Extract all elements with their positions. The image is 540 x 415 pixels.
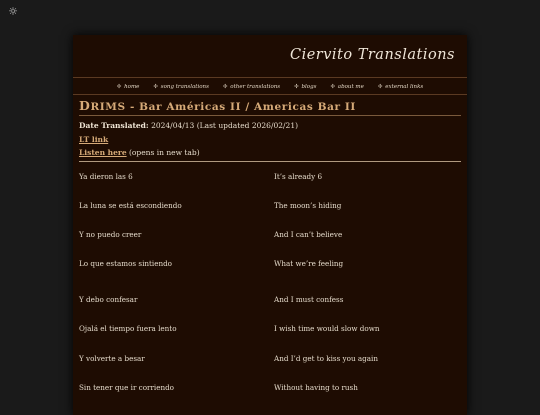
- lyric-original: Y volverte a besar: [79, 353, 145, 363]
- lyric-row: Y debo confesar And I must confess: [79, 295, 461, 324]
- main-nav: ✢ home ✢ song translations ✢ other trans…: [73, 78, 467, 95]
- lyric-original: Sin tener que ir corriendo: [79, 383, 175, 393]
- nav-item-blogs[interactable]: ✢ blogs: [294, 84, 316, 90]
- page-container: Ciervito Translations ✢ home ✢ song tran…: [73, 35, 467, 415]
- listen-line: Listen here (opens in new tab): [79, 149, 461, 157]
- listen-note: (opens in new tab): [128, 148, 200, 157]
- lt-link[interactable]: LT link: [79, 135, 108, 144]
- nav-item-label: about me: [337, 83, 364, 90]
- nav-item-about-me[interactable]: ✢ about me: [330, 84, 363, 90]
- lyric-translation: It’s already 6: [274, 171, 323, 181]
- lyric-original: Ya dieron las 6: [79, 171, 133, 181]
- star-icon: ✢: [377, 83, 383, 90]
- lyric-original: La luna se está escondiendo: [79, 200, 182, 210]
- lyric-original: Y debo confesar: [79, 295, 138, 305]
- lyrics-table: Ya dieron las 6 It’s already 6 La luna s…: [79, 172, 461, 413]
- lyric-row: La luna se está escondiendo The moon’s h…: [79, 201, 461, 230]
- lyric-translation: What we’re feeling: [274, 259, 344, 269]
- site-header: Ciervito Translations: [73, 35, 467, 78]
- song-title-initial: D: [79, 98, 91, 113]
- date-translated: Date Translated: 2024/04/13 (Last update…: [79, 122, 461, 130]
- song-title: DRIMS - Bar Américas II / Americas Bar I…: [79, 98, 461, 116]
- star-icon: ✢: [222, 83, 228, 90]
- nav-item-other-translations[interactable]: ✢ other translations: [223, 84, 280, 90]
- nav-item-external-links[interactable]: ✢ external links: [378, 84, 423, 90]
- site-title[interactable]: Ciervito Translations: [290, 47, 455, 63]
- lyric-row: Y volverte a besar And I’d get to kiss y…: [79, 354, 461, 383]
- divider: [79, 160, 461, 162]
- song-title-rest: RIMS - Bar Américas II / Americas Bar II: [90, 101, 356, 113]
- nav-item-label: blogs: [301, 83, 317, 90]
- nav-item-song-translations[interactable]: ✢ song translations: [153, 84, 208, 90]
- lyric-original: Ojalá el tiempo fuera lento: [79, 324, 177, 334]
- star-icon: ✢: [116, 83, 122, 90]
- nav-item-label: home: [124, 83, 140, 90]
- nav-item-home[interactable]: ✢ home: [117, 84, 140, 90]
- lyric-translation: And I must confess: [274, 295, 344, 305]
- sun-icon[interactable]: ☼: [7, 6, 19, 18]
- lyric-translation: Without having to rush: [274, 383, 358, 393]
- star-icon: ✢: [294, 83, 299, 90]
- lyric-original: Lo que estamos sintiendo: [79, 259, 172, 269]
- lt-link-line: LT link: [79, 135, 461, 144]
- main-content: DRIMS - Bar Américas II / Americas Bar I…: [73, 95, 467, 412]
- nav-item-label: other translations: [230, 83, 281, 90]
- lyric-translation: The moon’s hiding: [274, 200, 342, 210]
- lyric-row: Y no puedo creer And I can’t believe: [79, 230, 461, 259]
- nav-item-label: song translations: [160, 83, 209, 90]
- lyric-row: Ojalá el tiempo fuera lento I wish time …: [79, 324, 461, 353]
- lyric-row: Lo que estamos sintiendo What we’re feel…: [79, 259, 461, 288]
- lyric-row: Sin tener que ir corriendo Without havin…: [79, 383, 461, 412]
- nav-item-label: external links: [385, 83, 424, 90]
- lyric-translation: I wish time would slow down: [274, 324, 380, 334]
- lyric-row: Ya dieron las 6 It’s already 6: [79, 172, 461, 201]
- star-icon: ✢: [330, 83, 336, 90]
- listen-here-link[interactable]: Listen here: [79, 148, 127, 157]
- date-label: Date Translated:: [79, 121, 149, 130]
- lyric-translation: And I can’t believe: [274, 230, 343, 240]
- lyric-translation: And I’d get to kiss you again: [274, 353, 378, 363]
- date-value: 2024/04/13 (Last updated 2026/02/21): [151, 121, 299, 130]
- star-icon: ✢: [153, 83, 159, 90]
- lyric-original: Y no puedo creer: [79, 230, 142, 240]
